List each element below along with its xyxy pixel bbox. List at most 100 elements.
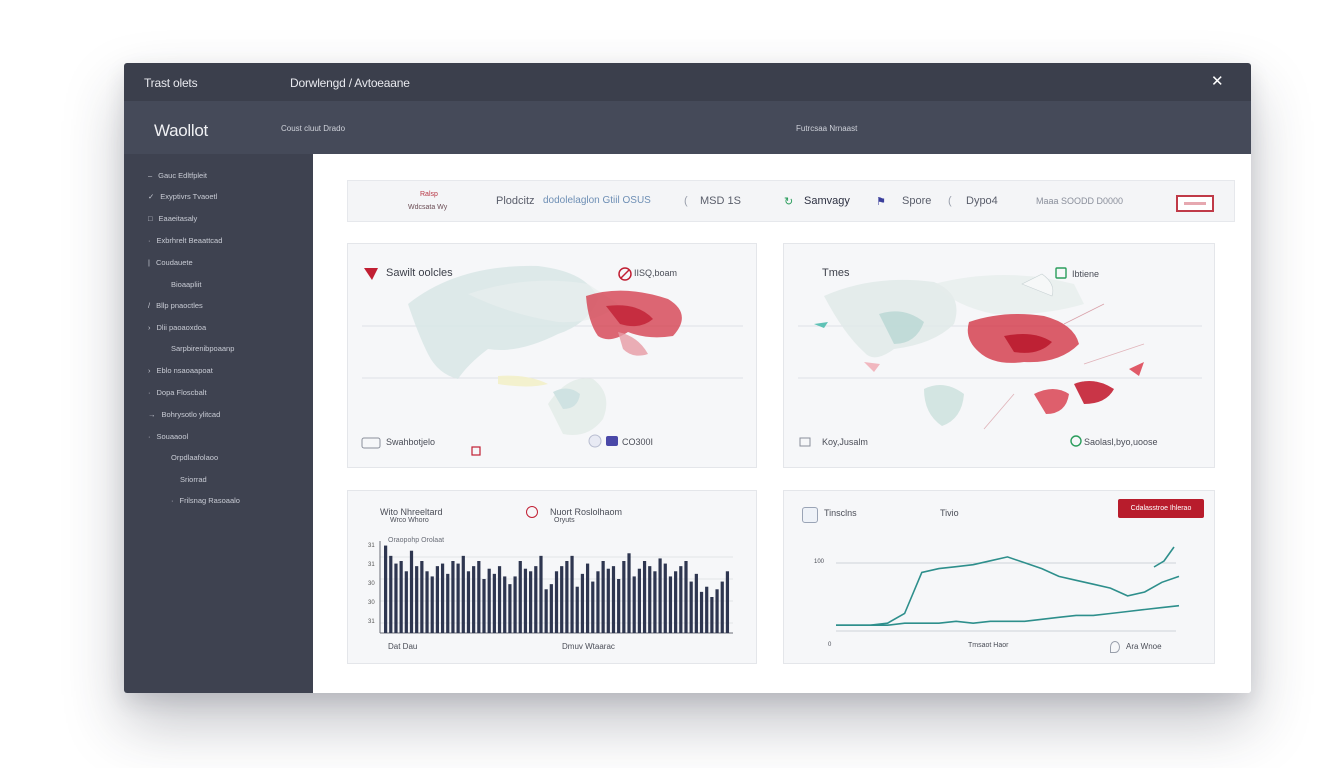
sidebar-item-label: Souaaool: [156, 432, 189, 441]
toolbar-badge-bottom: Wdcsata Wy: [408, 204, 448, 211]
line-chart-panel: Tinsclns Tivio Cdalasstroe Ihlerao 100 0…: [783, 490, 1215, 664]
toolbar-red-button[interactable]: [1176, 195, 1214, 212]
bar: [482, 579, 486, 633]
bar: [472, 566, 476, 633]
sidebar-item-label: Gauc Edltfpleit: [158, 171, 207, 180]
bar-chart[interactable]: 31 31 30 30 31: [348, 491, 758, 665]
line-chart[interactable]: [784, 491, 1216, 665]
sidebar-item-14[interactable]: Orpdlaafolaoo: [171, 453, 218, 462]
bar: [534, 566, 538, 633]
bar: [570, 555, 574, 633]
toolbar-badge-top: Ralsp: [420, 191, 438, 198]
bar: [409, 550, 414, 633]
header-nav-mid[interactable]: Futrcsaa Nrnaast: [796, 124, 857, 133]
bar: [539, 555, 543, 633]
bar: [684, 561, 688, 633]
sidebar-item-label: Frilsnag Rasoaalo: [179, 496, 240, 505]
bar: [699, 591, 704, 633]
bar: [694, 573, 698, 633]
sidebar-item-11[interactable]: · Dopa Floscbalt: [148, 388, 207, 397]
bar: [420, 561, 424, 633]
toolbar-item-1[interactable]: Plodcitz: [496, 195, 535, 207]
bracket-icon: (: [684, 195, 688, 207]
toolbar-item-2[interactable]: dodolelaglon Gtiil OSUS: [543, 195, 651, 206]
sidebar-item-12[interactable]: → Bohrysotlo ylitcad: [148, 410, 220, 419]
map-left-title: Sawilt oolcles: [386, 267, 453, 279]
globe-icon: [1070, 435, 1082, 447]
toolbar-item-7[interactable]: Maaa SOODD D0000: [1036, 196, 1123, 206]
bar: [637, 568, 641, 633]
bar: [668, 576, 673, 633]
sidebar-item-label: Sriorrad: [180, 475, 207, 484]
sidebar-item-8[interactable]: › Dlii paoaoxdoa: [148, 323, 206, 332]
bar: [591, 581, 595, 633]
sidebar-item-10[interactable]: › Eblo nsaoaapoat: [148, 366, 213, 375]
bar: [461, 555, 465, 633]
slash-icon: /: [148, 301, 151, 310]
bar: [725, 571, 730, 633]
bar: [565, 561, 569, 633]
bar: [435, 566, 440, 633]
breadcrumb[interactable]: Dorwlengd / Avtoeaane: [290, 76, 410, 90]
toolbar-item-3[interactable]: MSD 1S: [700, 195, 741, 207]
sidebar-item-6[interactable]: Bioaapliit: [171, 280, 201, 289]
bar: [580, 573, 585, 633]
toolbar-item-5[interactable]: Spore: [902, 195, 931, 207]
line-series-2: [836, 604, 1180, 626]
sidebar-item-2[interactable]: ✓ Exyptivrs Tvaoetl: [148, 192, 217, 201]
bar: [601, 561, 605, 633]
y-tick-label: 30: [368, 600, 375, 606]
flag-icon[interactable]: ⚑: [876, 195, 886, 208]
map-panel-left: Sawilt oolcles IISQ,boam Swahbotjelo CO3…: [347, 243, 757, 468]
line-series-tail: [1153, 546, 1175, 568]
bar: [518, 561, 522, 633]
bar: [596, 571, 600, 633]
map-right-footer-right: Saolasl,byo,uoose: [1084, 437, 1158, 447]
dot-icon: ·: [148, 388, 151, 397]
bar: [627, 553, 631, 633]
sidebar-item-label: Orpdlaafolaoo: [171, 453, 219, 462]
sidebar-item-3[interactable]: □ Eaaeitasaly: [148, 214, 197, 223]
bar: [399, 561, 403, 633]
app-header: Waollot Coust cluut Drado Futrcsaa Nrnaa…: [124, 101, 1251, 154]
bar: [456, 563, 460, 633]
brand-logo[interactable]: Waollot: [154, 121, 208, 141]
map-left-footer-right: CO300I: [622, 437, 654, 447]
bar: [430, 576, 434, 633]
folder-icon: [606, 436, 618, 446]
square-icon: [471, 446, 481, 456]
toolbar-item-6[interactable]: Dypo4: [966, 195, 998, 207]
sidebar-item-13[interactable]: · Souaaool: [148, 432, 188, 441]
sidebar-item-7[interactable]: / Bllp pnaoctles: [148, 301, 203, 310]
lock-icon: [799, 437, 811, 447]
dot-icon: ·: [148, 236, 151, 245]
sidebar-item-5[interactable]: | Coudauete: [148, 258, 193, 267]
bar: [466, 571, 471, 633]
sidebar: – Gauc Edltfpleit ✓ Exyptivrs Tvaoetl □ Eaa…: [124, 154, 313, 693]
sidebar-item-label: Bllp pnaoctles: [156, 301, 203, 310]
sidebar-item-label: Sarpbirenibpoaanp: [171, 344, 235, 353]
map-right-badge: Ibtiene: [1072, 269, 1100, 279]
sidebar-item-15[interactable]: Sriorrad: [180, 475, 207, 484]
bar: [523, 568, 528, 633]
bar: [715, 589, 719, 633]
sidebar-item-9[interactable]: Sarpbirenibpoaanp: [171, 344, 234, 353]
sidebar-item-label: Coudauete: [155, 258, 193, 267]
bar: [384, 545, 388, 633]
pin-icon: [1110, 641, 1120, 653]
check-icon: ✓: [148, 192, 155, 201]
sidebar-item-1[interactable]: – Gauc Edltfpleit: [148, 171, 207, 180]
header-nav-left[interactable]: Coust cluut Drado: [281, 124, 345, 133]
bar: [606, 568, 610, 633]
refresh-icon[interactable]: ↻: [784, 195, 793, 208]
bar: [503, 576, 507, 633]
close-icon[interactable]: ✕: [1211, 74, 1225, 89]
bar: [585, 563, 590, 633]
sidebar-item-4[interactable]: · Exbrhrelt Beaattcad: [148, 236, 222, 245]
map-left-footer-left: Swahbotjelo: [386, 437, 436, 447]
bar: [674, 571, 678, 633]
sidebar-item-16[interactable]: · Frilsnag Rasoaalo: [171, 496, 240, 505]
toolbar-item-4[interactable]: Samvagy: [804, 195, 850, 207]
y-tick-label: 31: [368, 619, 375, 625]
bar: [710, 597, 714, 633]
